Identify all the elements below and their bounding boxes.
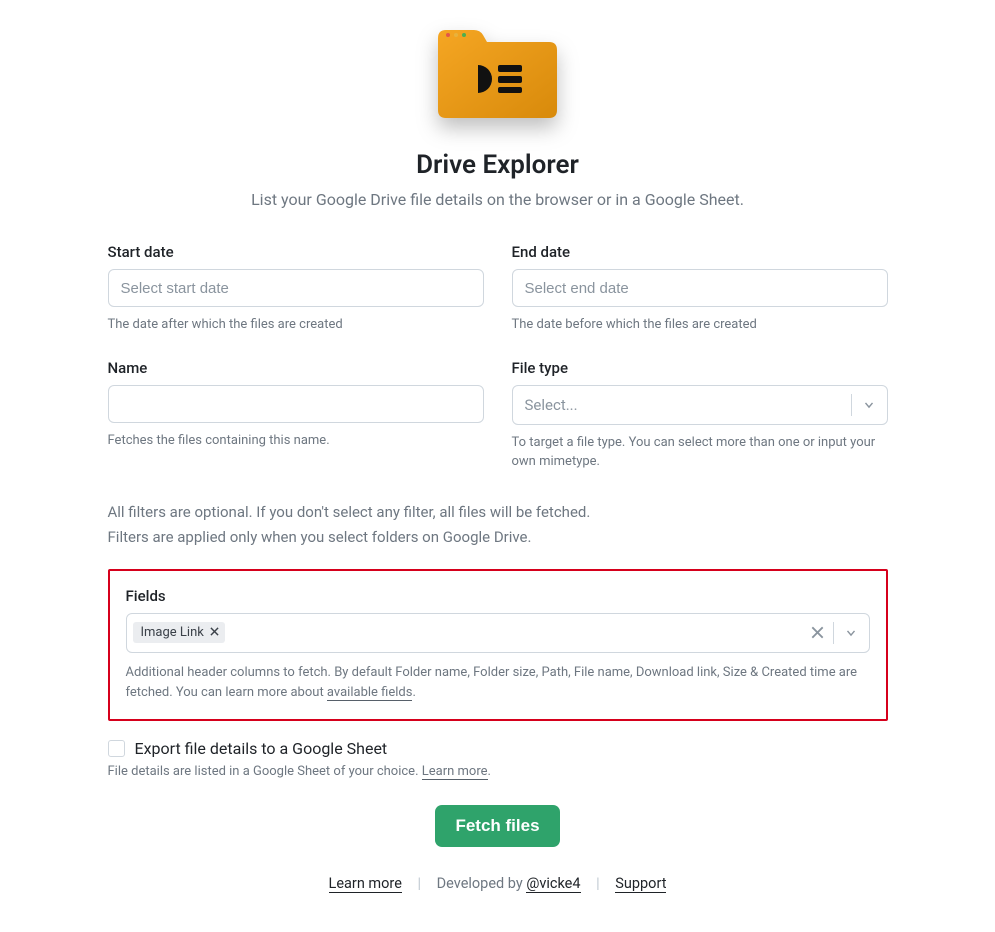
start-date-help: The date after which the files are creat… [108, 315, 484, 335]
app-subtitle: List your Google Drive file details on t… [108, 190, 888, 209]
chip-label: Image Link [141, 625, 204, 640]
fields-label: Fields [126, 587, 870, 605]
clear-icon[interactable] [803, 626, 833, 639]
fields-section: Fields Image Link Additional header colu… [108, 569, 888, 721]
chevron-down-icon [851, 386, 887, 424]
fields-chip-image-link: Image Link [133, 622, 225, 643]
export-label: Export file details to a Google Sheet [135, 739, 388, 758]
fetch-files-button[interactable]: Fetch files [435, 805, 559, 847]
file-type-label: File type [512, 359, 888, 377]
file-type-group: File type Select... To target a file typ… [512, 359, 888, 472]
developed-by-text: Developed by [437, 875, 527, 892]
chevron-down-icon[interactable] [833, 614, 869, 652]
filters-note-1: All filters are optional. If you don't s… [108, 500, 888, 526]
available-fields-link[interactable]: available fields [327, 685, 413, 701]
app-title: Drive Explorer [108, 150, 888, 180]
author-link[interactable]: @vicke4 [526, 875, 580, 893]
file-type-select[interactable]: Select... [512, 385, 888, 425]
name-input[interactable] [108, 385, 484, 423]
chip-remove-icon[interactable] [210, 625, 219, 640]
fields-help: Additional header columns to fetch. By d… [126, 663, 870, 703]
end-date-help: The date before which the files are crea… [512, 315, 888, 335]
start-date-label: Start date [108, 243, 484, 261]
divider: | [596, 875, 600, 892]
file-type-help: To target a file type. You can select mo… [512, 433, 888, 472]
name-label: Name [108, 359, 484, 377]
start-date-group: Start date The date after which the file… [108, 243, 484, 335]
end-date-label: End date [512, 243, 888, 261]
name-group: Name Fetches the files containing this n… [108, 359, 484, 472]
app-logo [430, 20, 565, 132]
name-help: Fetches the files containing this name. [108, 431, 484, 451]
export-learn-more-link[interactable]: Learn more [422, 764, 488, 780]
export-help: File details are listed in a Google Shee… [108, 764, 888, 779]
end-date-input[interactable] [512, 269, 888, 307]
file-type-placeholder: Select... [525, 396, 851, 414]
filters-note-2: Filters are applied only when you select… [108, 525, 888, 551]
end-date-group: End date The date before which the files… [512, 243, 888, 335]
footer-learn-more-link[interactable]: Learn more [329, 875, 402, 893]
export-checkbox[interactable] [108, 740, 125, 757]
support-link[interactable]: Support [615, 875, 666, 893]
footer: Learn more | Developed by @vicke4 | Supp… [108, 875, 888, 932]
fields-multiselect[interactable]: Image Link [126, 613, 870, 653]
start-date-input[interactable] [108, 269, 484, 307]
divider: | [418, 875, 422, 892]
